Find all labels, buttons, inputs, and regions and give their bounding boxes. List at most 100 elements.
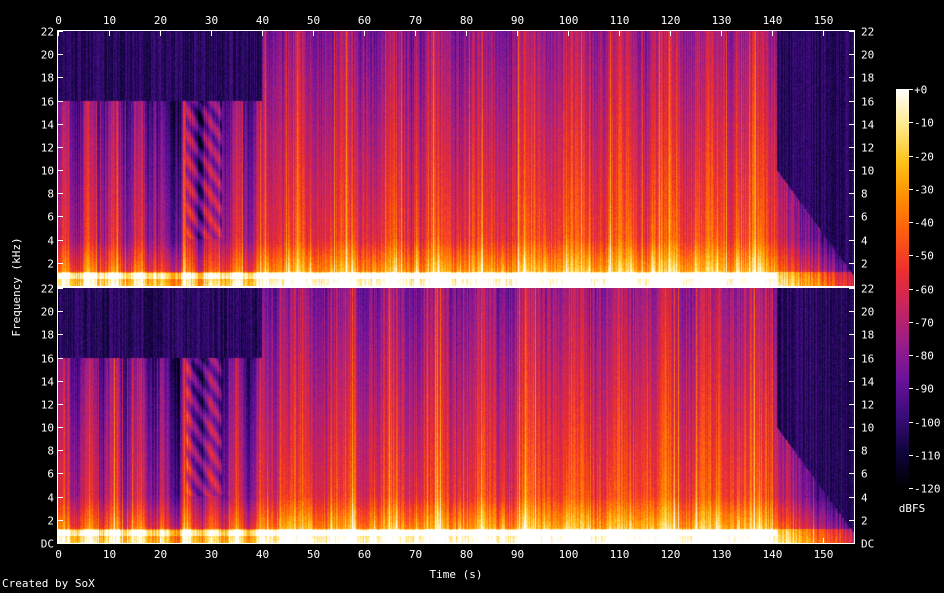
y-tick-label-left-ch1-14: 14	[41, 119, 55, 132]
y-tick-label-right-ch1-6: 6	[861, 211, 868, 224]
y-tick-label-right-ch1-20: 20	[861, 49, 874, 62]
y-tick-label-right-ch2-0: DC	[861, 538, 874, 551]
y-tick-label-right-ch1-2: 2	[861, 258, 868, 271]
y-tick-label-right-ch2-4: 4	[861, 492, 868, 505]
y-tick-label-left-ch1-22: 22	[41, 26, 54, 39]
x-tick-label-top-60: 60	[358, 14, 371, 27]
colorbar-tick-label-12: -120	[914, 483, 941, 496]
y-tick-label-left-ch2-22: 22	[41, 283, 54, 296]
y-tick-label-right-ch2-18: 18	[861, 329, 874, 342]
x-tick-label-top-30: 30	[205, 14, 218, 27]
y-axis-label: Frequency (kHz)	[10, 237, 23, 336]
y-tick-label-left-ch2-18: 18	[41, 329, 54, 342]
y-tick-label-right-ch2-16: 16	[861, 353, 874, 366]
y-tick-label-left-ch1-12: 12	[41, 142, 54, 155]
colorbar-gradient	[896, 89, 909, 488]
x-tick-label-top-70: 70	[409, 14, 422, 27]
y-tick-label-left-ch2-16: 16	[41, 353, 54, 366]
colorbar-tick-label-7: -70	[914, 317, 934, 330]
x-tick-label-bottom-90: 90	[511, 548, 524, 561]
colorbar-tick-label-5: -50	[914, 250, 934, 263]
x-tick-label-bottom-150: 150	[814, 548, 834, 561]
y-tick-label-right-ch2-14: 14	[861, 376, 875, 389]
x-tick-label-bottom-100: 100	[559, 548, 579, 561]
y-tick-label-right-ch2-20: 20	[861, 306, 874, 319]
channel-2-spectrogram	[58, 288, 854, 543]
y-tick-label-left-ch1-10: 10	[41, 165, 54, 178]
x-tick-label-top-120: 120	[661, 14, 681, 27]
x-tick-label-bottom-80: 80	[460, 548, 473, 561]
x-tick-label-bottom-10: 10	[103, 548, 116, 561]
colorbar-tick-label-1: -10	[914, 117, 934, 130]
colorbar-tick-label-3: -30	[914, 184, 934, 197]
y-tick-label-right-ch1-12: 12	[861, 142, 874, 155]
y-tick-label-right-ch1-14: 14	[861, 119, 875, 132]
x-tick-label-bottom-50: 50	[307, 548, 320, 561]
y-tick-label-left-ch2-2: 2	[47, 515, 54, 528]
y-tick-label-right-ch2-10: 10	[861, 422, 874, 435]
x-tick-label-bottom-120: 120	[661, 548, 681, 561]
x-tick-label-top-0: 0	[55, 14, 62, 27]
colorbar-tick-label-9: -90	[914, 383, 934, 396]
y-tick-label-right-ch1-4: 4	[861, 235, 868, 248]
x-tick-label-top-140: 140	[763, 14, 783, 27]
x-axis-label: Time (s)	[430, 568, 483, 581]
channel-2-plot	[57, 287, 855, 544]
y-tick-label-right-ch1-18: 18	[861, 72, 874, 85]
y-tick-label-right-ch2-2: 2	[861, 515, 868, 528]
y-tick-label-right-ch2-6: 6	[861, 468, 868, 481]
colorbar-tick-label-2: -20	[914, 151, 934, 164]
channel-1-plot	[57, 30, 855, 287]
x-tick-label-top-130: 130	[712, 14, 732, 27]
y-tick-label-left-ch2-6: 6	[47, 468, 54, 481]
y-tick-label-left-ch1-6: 6	[47, 211, 54, 224]
x-tick-label-top-40: 40	[256, 14, 269, 27]
credit-text: Created by SoX	[2, 577, 95, 590]
y-tick-label-right-ch2-12: 12	[861, 399, 874, 412]
x-tick-label-bottom-110: 110	[610, 548, 630, 561]
y-tick-label-left-ch2-10: 10	[41, 422, 54, 435]
x-tick-label-bottom-30: 30	[205, 548, 218, 561]
x-tick-label-bottom-20: 20	[154, 548, 167, 561]
x-tick-label-top-100: 100	[559, 14, 579, 27]
y-tick-label-left-ch1-16: 16	[41, 96, 54, 109]
y-tick-label-left-ch2-20: 20	[41, 306, 54, 319]
x-tick-label-top-10: 10	[103, 14, 116, 27]
colorbar-label: dBFS	[899, 502, 926, 515]
x-tick-label-top-110: 110	[610, 14, 630, 27]
x-tick-label-bottom-60: 60	[358, 548, 371, 561]
y-tick-label-left-ch2-8: 8	[47, 445, 54, 458]
y-tick-label-left-ch1-2: 2	[47, 258, 54, 271]
colorbar-tick-label-0: +0	[914, 84, 927, 97]
x-tick-label-bottom-70: 70	[409, 548, 422, 561]
x-tick-label-top-50: 50	[307, 14, 320, 27]
colorbar-tick-label-10: -100	[914, 417, 941, 430]
y-tick-label-left-ch1-18: 18	[41, 72, 54, 85]
y-tick-label-left-ch2-0: DC	[41, 538, 54, 551]
colorbar-tick-label-4: -40	[914, 217, 934, 230]
y-tick-label-right-ch1-22: 22	[861, 26, 874, 39]
x-tick-label-bottom-0: 0	[55, 548, 62, 561]
y-tick-label-right-ch1-8: 8	[861, 188, 868, 201]
y-tick-label-right-ch1-10: 10	[861, 165, 874, 178]
colorbar-tick-label-6: -60	[914, 284, 934, 297]
x-tick-label-bottom-140: 140	[763, 548, 783, 561]
y-tick-label-left-ch1-8: 8	[47, 188, 54, 201]
x-tick-label-bottom-40: 40	[256, 548, 269, 561]
y-tick-label-left-ch2-12: 12	[41, 399, 54, 412]
x-tick-label-top-80: 80	[460, 14, 473, 27]
y-tick-label-left-ch1-4: 4	[47, 235, 54, 248]
y-tick-label-left-ch2-14: 14	[41, 376, 55, 389]
y-tick-label-right-ch2-22: 22	[861, 283, 874, 296]
colorbar-tick-label-11: -110	[914, 450, 941, 463]
x-tick-label-bottom-130: 130	[712, 548, 732, 561]
y-tick-label-left-ch1-20: 20	[41, 49, 54, 62]
x-tick-label-top-90: 90	[511, 14, 524, 27]
colorbar-tick-label-8: -80	[914, 350, 934, 363]
x-tick-label-top-20: 20	[154, 14, 167, 27]
channel-1-spectrogram	[58, 31, 854, 286]
y-tick-label-right-ch1-16: 16	[861, 96, 874, 109]
spectrogram-figure: 0 0 10 10 20 20 30 30 40 40 50 50 60 60 70 70 80 80 90 90 10…	[0, 0, 944, 593]
y-tick-label-left-ch2-4: 4	[47, 492, 54, 505]
y-tick-label-right-ch2-8: 8	[861, 445, 868, 458]
